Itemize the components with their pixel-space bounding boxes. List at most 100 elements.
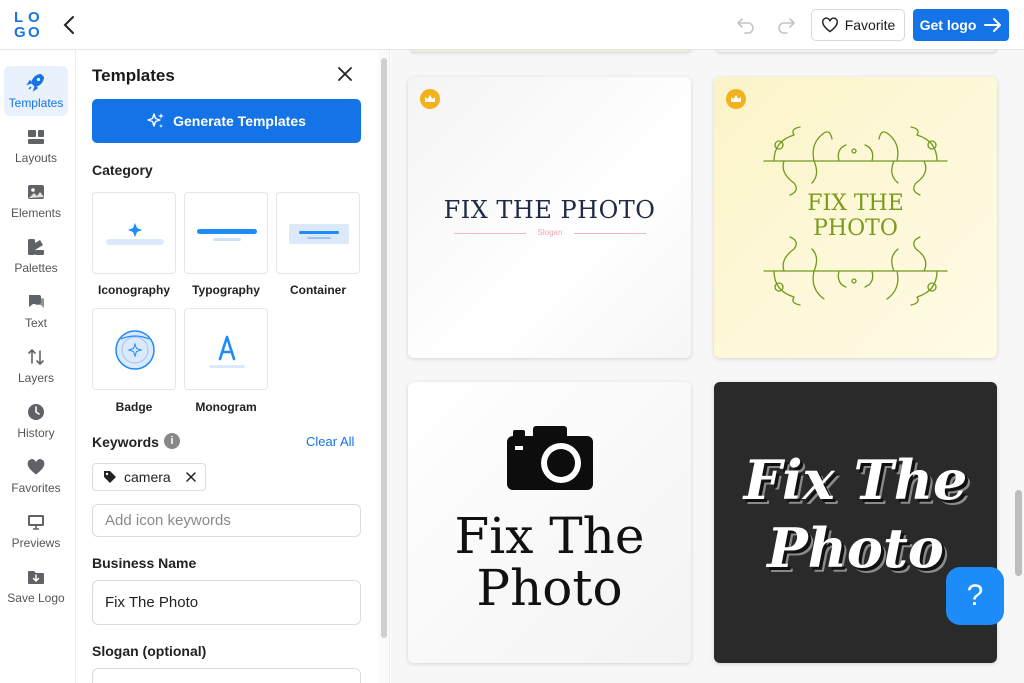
category-label: Monogram	[195, 400, 257, 414]
generate-templates-label: Generate Templates	[173, 113, 306, 129]
rail-label: Palettes	[14, 261, 58, 275]
divider-line	[454, 233, 526, 234]
tag-icon	[104, 471, 116, 483]
keywords-placeholder: Add icon keywords	[105, 512, 231, 529]
premium-crown-icon	[420, 89, 440, 109]
template-card-2[interactable]: FIX THE PHOTO	[714, 77, 997, 358]
typography-thumbnail	[197, 229, 257, 241]
keyword-chip: camera	[92, 463, 206, 491]
card-3-title-line-1: Fix The	[454, 507, 645, 565]
category-label: Badge	[115, 400, 153, 414]
category-card-typography[interactable]	[184, 192, 268, 274]
clear-all-link[interactable]: Clear All	[306, 434, 354, 449]
remove-keyword-icon[interactable]	[185, 472, 196, 482]
page-scroll-thumb[interactable]	[1015, 490, 1022, 576]
card-1-slogan: Slogan	[537, 228, 563, 237]
logo-letter: O	[28, 9, 40, 26]
rail-label: Previews	[11, 536, 61, 550]
business-name-input[interactable]: Fix The Photo	[92, 580, 361, 625]
keyword-chip-label: camera	[124, 469, 171, 485]
monitor-icon	[28, 515, 44, 530]
rail-label: Templates	[8, 96, 64, 110]
rail-item-text[interactable]: Text	[4, 286, 68, 336]
favorite-label: Favorite	[844, 17, 896, 33]
info-icon[interactable]: i	[164, 433, 180, 449]
sparkles-icon	[147, 113, 165, 128]
arrow-right-icon	[984, 18, 1002, 32]
left-nav-rail: Templates Layouts Elements Palettes Text…	[0, 50, 76, 683]
card-partial-top-right[interactable]	[715, 50, 998, 52]
undo-icon[interactable]	[736, 15, 756, 35]
template-card-1[interactable]: FIX THE PHOTO Slogan	[408, 77, 691, 358]
template-card-3[interactable]: Fix The Photo	[408, 382, 691, 663]
category-card-monogram[interactable]	[184, 308, 268, 390]
help-glyph: ?	[966, 579, 984, 612]
text-bubble-icon	[29, 295, 44, 308]
card-2-title-line-2: PHOTO	[813, 216, 898, 241]
iconography-thumbnail	[106, 223, 164, 245]
logo-letter: L	[14, 9, 24, 26]
image-icon	[28, 185, 44, 199]
rail-label: Elements	[10, 206, 62, 220]
keywords-heading: Keywords	[92, 434, 159, 450]
rail-label: Favorites	[11, 481, 61, 495]
rail-label: Text	[24, 316, 47, 330]
divider-line	[574, 233, 646, 234]
card-1-title: FIX THE PHOTO	[443, 196, 656, 224]
layers-arrows-icon	[28, 349, 44, 365]
rail-item-palettes[interactable]: Palettes	[4, 231, 68, 281]
page-scrollbar[interactable]	[1013, 50, 1024, 683]
card-3-title-line-2: Photo	[476, 559, 623, 617]
panel-title: Templates	[92, 66, 175, 85]
templates-panel: Templates Generate Templates Category Ic…	[76, 50, 376, 683]
rail-item-layers[interactable]: Layers	[4, 341, 68, 391]
help-button[interactable]: ?	[946, 567, 1004, 625]
rail-item-history[interactable]: History	[4, 396, 68, 446]
panel-scrollbar[interactable]	[378, 50, 390, 683]
rail-label: Layouts	[14, 151, 58, 165]
panel-scroll-thumb[interactable]	[381, 58, 387, 638]
logo-letter: G	[14, 24, 26, 41]
camera-icon	[507, 426, 593, 490]
logo-letter: O	[28, 24, 40, 41]
favorite-button[interactable]: Favorite	[811, 9, 905, 41]
category-label: Typography	[192, 283, 260, 297]
clock-icon	[28, 404, 44, 420]
category-label: Container	[289, 283, 346, 297]
back-chevron-icon[interactable]	[60, 14, 80, 36]
rocket-icon	[26, 74, 44, 92]
card-partial-top-left[interactable]	[409, 50, 692, 52]
rail-item-layouts[interactable]: Layouts	[4, 121, 68, 171]
rail-item-save-logo[interactable]: Save Logo	[4, 561, 68, 611]
rail-item-elements[interactable]: Elements	[4, 176, 68, 226]
heart-outline-icon	[821, 17, 838, 33]
generate-templates-button[interactable]: Generate Templates	[92, 99, 361, 143]
premium-crown-icon	[726, 89, 746, 109]
keywords-input[interactable]: Add icon keywords	[92, 504, 361, 537]
top-bar: L O G O Favorite Get logo	[0, 0, 1024, 50]
redo-icon[interactable]	[776, 15, 796, 35]
category-card-badge[interactable]	[92, 308, 176, 390]
category-card-iconography[interactable]	[92, 192, 176, 274]
layouts-icon	[28, 130, 44, 144]
info-glyph: i	[170, 435, 174, 447]
rail-item-templates[interactable]: Templates	[4, 66, 68, 116]
get-logo-label: Get logo	[919, 17, 977, 33]
rail-item-favorites[interactable]: Favorites	[4, 451, 68, 501]
slogan-input[interactable]	[92, 668, 361, 683]
category-card-container[interactable]	[276, 192, 360, 274]
rail-label: Layers	[17, 371, 55, 385]
rail-item-previews[interactable]: Previews	[4, 506, 68, 556]
container-thumbnail	[289, 224, 349, 244]
card-4-title-line-1: Fix The	[743, 448, 968, 512]
badge-thumbnail	[115, 330, 155, 370]
card-2-title-line-1: FIX THE	[807, 191, 904, 216]
slogan-heading: Slogan (optional)	[92, 643, 207, 659]
business-name-heading: Business Name	[92, 555, 197, 571]
rail-label: History	[17, 426, 55, 440]
get-logo-button[interactable]: Get logo	[913, 9, 1009, 41]
close-icon[interactable]	[338, 67, 352, 81]
app-logo[interactable]: L O G O	[12, 9, 44, 41]
palette-icon	[28, 239, 44, 255]
business-name-value: Fix The Photo	[105, 594, 199, 611]
